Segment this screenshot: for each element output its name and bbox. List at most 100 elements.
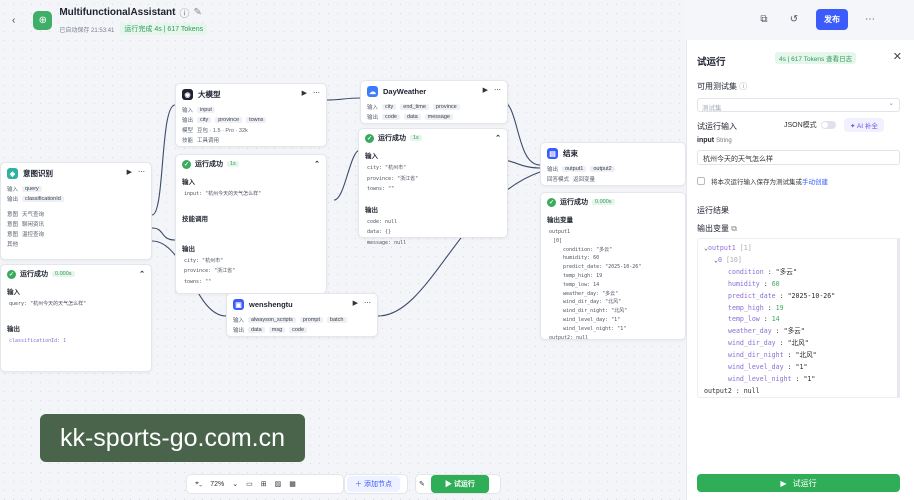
zoom-dropdown-icon[interactable]: ⌄ bbox=[232, 480, 238, 488]
play-icon[interactable]: ▶ bbox=[127, 168, 132, 176]
wenshengtu-node[interactable]: ▣ wenshengtu ▶ ⋯ 输入 alwayson_scripts prompt b… bbox=[226, 293, 378, 337]
time-badge: 1s bbox=[227, 161, 239, 167]
json-mode-toggle[interactable] bbox=[820, 121, 836, 129]
intent-node[interactable]: ◈ 意图识别 ▶ ⋯ 输入 query 输出 classificationId 意图 天气… bbox=[0, 162, 152, 260]
input-label: 输入 bbox=[367, 105, 379, 111]
dataset-label: 可用测试集 ⓘ bbox=[697, 81, 747, 92]
more-icon[interactable]: ⋯ bbox=[862, 12, 878, 28]
tree-key: wind_dir_day bbox=[728, 339, 776, 348]
output-var-text: 输出变量 bbox=[697, 224, 729, 233]
tree-key: wind_dir_night bbox=[728, 351, 784, 360]
output-value: code: null bbox=[367, 218, 398, 225]
result-tree: ⌄output1 [1] ⌄0 [10] condition : "多云" hum… bbox=[697, 238, 900, 398]
tree-note: [10] bbox=[725, 255, 742, 264]
app-title: MultifunctionalAssistant bbox=[59, 7, 176, 18]
tree-value: 19 bbox=[775, 303, 784, 312]
node-title: 意图识别 bbox=[23, 169, 53, 178]
layout-icon[interactable]: ▦ bbox=[289, 480, 296, 488]
skill-label: 技能 bbox=[182, 138, 194, 144]
collapse-icon[interactable]: ⌃ bbox=[495, 134, 501, 142]
tree-value: 60 bbox=[771, 279, 780, 288]
zoom-level[interactable]: 72% bbox=[210, 481, 224, 488]
tree-key: weather_day bbox=[728, 327, 772, 336]
dayweather-node[interactable]: ☁ DayWeather ▶ ⋯ 输入 city end_time province 输出… bbox=[360, 80, 508, 124]
llm-node[interactable]: ◉ 大模型 ▶ ⋯ 输入 input 输出 city province towns 模型 豆包… bbox=[175, 83, 327, 147]
tree-item: wind_level_night : "1" bbox=[704, 374, 893, 386]
pointer-icon[interactable]: ⌖⌄ bbox=[195, 480, 202, 488]
output-var: message bbox=[424, 114, 453, 120]
more-icon[interactable]: ⋯ bbox=[364, 299, 371, 307]
section-input: 输入 bbox=[365, 153, 378, 160]
tree-separator: : bbox=[759, 315, 772, 324]
tree-key: wind_level_day bbox=[728, 363, 784, 372]
input-var: end_time bbox=[400, 104, 429, 110]
play-icon[interactable]: ▶ bbox=[353, 299, 358, 307]
node-title: DayWeather bbox=[383, 87, 427, 96]
input-var: alwayson_scripts bbox=[248, 317, 296, 323]
tree-line: wind_dir_night: "北风" bbox=[563, 308, 628, 315]
run-summary[interactable]: 4s | 617 Tokens 查看日志 bbox=[775, 52, 857, 64]
output-label: 输出 bbox=[367, 115, 379, 121]
add-node-button[interactable]: ＋ 添加节点 bbox=[347, 476, 400, 492]
play-icon[interactable]: ▶ bbox=[302, 89, 307, 97]
tree-separator: : bbox=[759, 279, 772, 288]
info-icon[interactable]: ⓘ bbox=[739, 82, 747, 91]
llm-result: ✓ 运行成功 1s ⌃ 输入 input: "杭州今天的天气怎么样" 技能调用 输出 … bbox=[175, 154, 327, 294]
input-field[interactable]: 杭州今天的天气怎么样 bbox=[697, 150, 900, 165]
close-icon[interactable]: ✕ bbox=[893, 50, 902, 63]
canvas-toolbar: ⌖⌄ 72% ⌄ ▭ ⊞ ▨ ▦ bbox=[186, 474, 344, 494]
tree-key: 0 bbox=[717, 255, 722, 264]
wrench-icon[interactable]: ✎ bbox=[419, 480, 425, 488]
check-icon: ✓ bbox=[547, 197, 556, 207]
save-testset-option: 将本次运行输入保存为测试集或手动创建 bbox=[697, 176, 828, 186]
info-icon[interactable]: ⓘ bbox=[179, 5, 189, 20]
save-checkbox[interactable] bbox=[697, 177, 705, 185]
play-icon[interactable]: ▶ bbox=[483, 86, 488, 94]
ai-fill-label: AI 补全 bbox=[856, 123, 878, 130]
tree-value: 14 bbox=[771, 315, 780, 324]
tree-item: temp_high : 19 bbox=[704, 303, 893, 315]
manual-create-link[interactable]: 手动创建 bbox=[802, 179, 828, 186]
dataset-select[interactable]: 测试集 bbox=[697, 98, 900, 112]
output-value: towns: "" bbox=[184, 278, 212, 285]
model-name: 豆包 · 1.5 · Pro · 32k bbox=[197, 128, 248, 134]
collapse-icon[interactable]: ⌃ bbox=[314, 160, 320, 168]
time-badge: 0.000s bbox=[592, 199, 615, 205]
save-status: 已自动保存 21:53:41 bbox=[59, 27, 115, 34]
run-button[interactable]: ▶ 试运行 bbox=[430, 475, 489, 493]
more-icon[interactable]: ⋯ bbox=[313, 89, 320, 97]
more-icon[interactable]: ⋯ bbox=[494, 86, 501, 94]
output-label: 输出 bbox=[233, 328, 245, 334]
edit-icon[interactable]: ✎ bbox=[193, 7, 201, 18]
collapse-icon[interactable]: ⌃ bbox=[139, 270, 145, 278]
back-icon[interactable]: ‹ bbox=[12, 15, 15, 26]
result-label: 运行结果 bbox=[697, 206, 729, 215]
intent-other: 其他 bbox=[7, 242, 19, 248]
scrollbar[interactable] bbox=[897, 238, 900, 398]
grid-icon[interactable]: ⊞ bbox=[261, 480, 267, 488]
comment-icon[interactable]: ▭ bbox=[246, 480, 253, 488]
more-icon[interactable]: ⋯ bbox=[138, 168, 145, 176]
tree-key: humidity bbox=[728, 279, 760, 288]
end-result: ✓ 运行成功 0.000s 输出变量 output1 [0] condition: … bbox=[540, 192, 686, 341]
play-icon: ▶ bbox=[780, 478, 787, 488]
add-node-label: 添加节点 bbox=[363, 481, 392, 488]
panel-run-button[interactable]: ▶ 试运行 bbox=[697, 474, 900, 492]
input-var: query bbox=[22, 186, 42, 192]
end-node[interactable]: ▤ 结束 输出 output1 output2 回答模式 返回变量 bbox=[540, 142, 686, 186]
status-text: 运行成功 bbox=[195, 161, 223, 168]
image-icon[interactable]: ▨ bbox=[275, 480, 282, 488]
add-node-bar: ＋ 添加节点 bbox=[344, 474, 408, 494]
publish-button[interactable]: 发布 bbox=[816, 9, 848, 30]
output-label: 输出 bbox=[7, 197, 19, 203]
tree-separator: : bbox=[771, 327, 784, 336]
ai-fill-button[interactable]: ✦ AI 补全 bbox=[844, 118, 884, 132]
copy-icon[interactable]: ⧉ bbox=[756, 12, 772, 28]
test-run-panel: 试运行 4s | 617 Tokens 查看日志 ✕ 可用测试集 ⓘ 测试集 试… bbox=[686, 40, 914, 500]
copy-icon[interactable]: ⧉ bbox=[731, 224, 737, 233]
tree-item: condition : "多云" bbox=[704, 267, 893, 279]
tree-key: output1 bbox=[707, 244, 736, 252]
section-input: 输入 bbox=[7, 289, 20, 296]
model-label: 模型 bbox=[182, 128, 194, 134]
history-icon[interactable]: ↺ bbox=[786, 12, 802, 28]
